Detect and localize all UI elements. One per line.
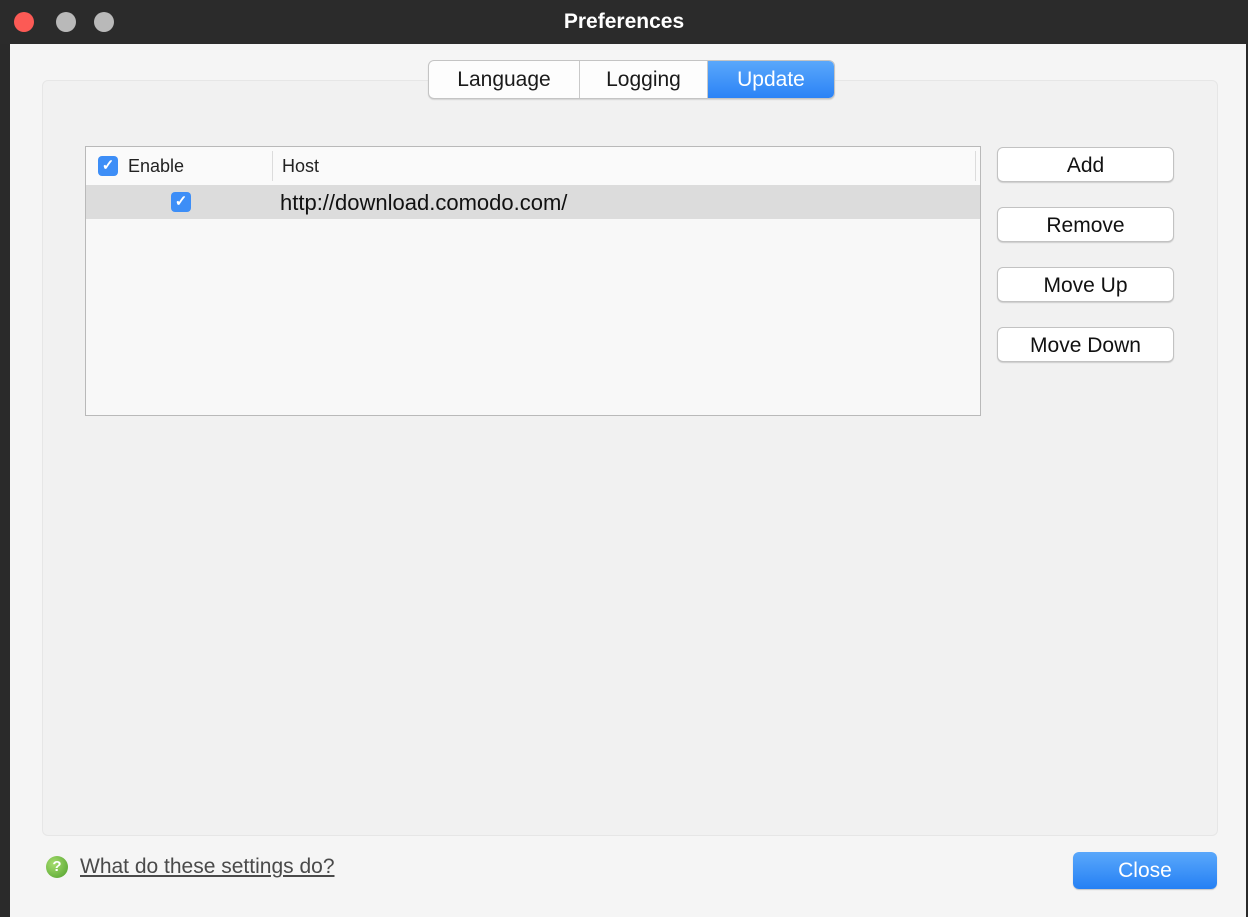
enable-column-label: Enable xyxy=(128,155,185,176)
table-row[interactable]: ✓ http://download.comodo.com/ xyxy=(86,185,980,219)
help-area: ? What do these settings do? xyxy=(46,855,335,879)
row-enable-checkbox[interactable]: ✓ xyxy=(171,192,191,212)
tab-update[interactable]: Update xyxy=(708,61,834,98)
enable-column-header: ✓ Enable xyxy=(98,156,184,176)
move-down-button[interactable]: Move Down xyxy=(997,327,1174,362)
tab-logging[interactable]: Logging xyxy=(580,61,708,98)
host-url: http://download.comodo.com/ xyxy=(280,190,568,215)
tab-bar: Language Logging Update xyxy=(428,60,835,99)
column-divider xyxy=(975,151,976,181)
remove-button[interactable]: Remove xyxy=(997,207,1174,242)
title-bar: Preferences xyxy=(0,0,1248,44)
add-button[interactable]: Add xyxy=(997,147,1174,182)
column-divider xyxy=(272,151,273,181)
help-icon: ? xyxy=(46,856,68,878)
help-link[interactable]: What do these settings do? xyxy=(80,855,335,879)
table-header: ✓ Enable Host xyxy=(86,147,980,186)
close-button[interactable]: Close xyxy=(1073,852,1217,889)
hosts-table: ✓ Enable Host ✓ http://download.comodo.c… xyxy=(85,146,981,416)
move-up-button[interactable]: Move Up xyxy=(997,267,1174,302)
tab-language[interactable]: Language xyxy=(429,61,580,98)
host-column-label: Host xyxy=(282,156,320,176)
enable-all-checkbox[interactable]: ✓ xyxy=(98,156,118,176)
window-title: Preferences xyxy=(563,10,685,33)
